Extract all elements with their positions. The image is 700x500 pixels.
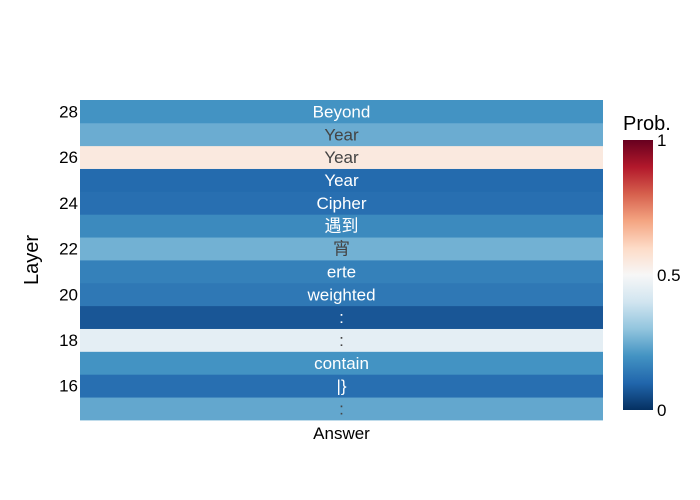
cell-label-layer-20: weighted [306, 285, 375, 304]
cell-label-layer-24: Cipher [316, 194, 366, 213]
cell-label-layer-18: : [339, 331, 344, 350]
cell-label-layer-16: |} [336, 377, 346, 396]
cell-label-layer-17: contain [314, 354, 369, 373]
cell-label-layer-25: Year [324, 171, 359, 190]
y-axis-ticks: 16 18 20 22 24 26 28 [59, 102, 78, 395]
colorbar-tick-label-0: 0 [657, 401, 666, 420]
y-axis-title: Layer [21, 235, 43, 285]
colorbar-tick-label-0-5: 0.5 [657, 266, 681, 285]
cell-label-layer-28: Beyond [313, 102, 371, 121]
cell-label-layer-21: erte [327, 262, 356, 281]
cell-label-layer-15: : [339, 400, 344, 419]
y-tick-label-22: 22 [59, 240, 78, 259]
x-tick-label: Answer [313, 424, 370, 443]
colorbar: Prob. 00.51 [623, 113, 681, 420]
y-tick-label-24: 24 [59, 194, 78, 213]
colorbar-gradient [623, 140, 653, 410]
cell-label-layer-19: : [339, 308, 344, 327]
cell-label-layer-22: 宵 [333, 240, 350, 259]
y-tick-label-26: 26 [59, 148, 78, 167]
heatmap-chart: :|}contain::weightederte宵遇到CipherYearYea… [21, 100, 681, 443]
y-tick-label-20: 20 [59, 285, 78, 304]
cell-label-layer-26: Year [324, 148, 359, 167]
y-tick-label-28: 28 [59, 102, 78, 121]
colorbar-ticks: 00.51 [657, 131, 681, 420]
cell-label-layer-27: Year [324, 125, 359, 144]
y-tick-label-16: 16 [59, 377, 78, 396]
cell-label-layer-23: 遇到 [325, 217, 359, 236]
x-axis-ticks: Answer [313, 424, 370, 443]
colorbar-tick-label-1: 1 [657, 131, 666, 150]
y-tick-label-18: 18 [59, 331, 78, 350]
